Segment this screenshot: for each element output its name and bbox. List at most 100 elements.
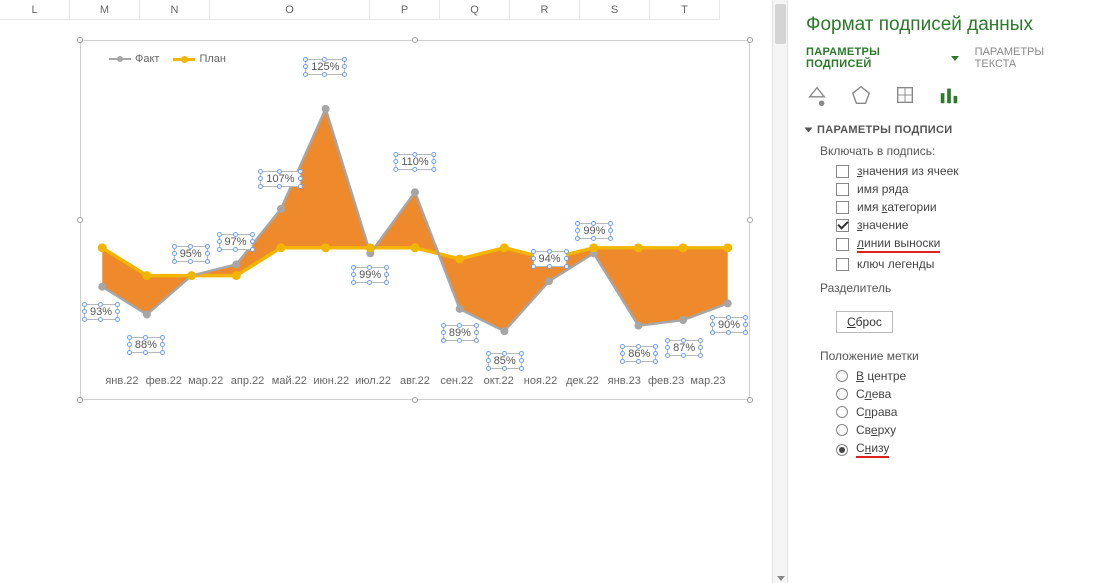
include-in-label-text: Включать в подпись: [820,144,1087,158]
column-header[interactable]: M [70,0,140,20]
resize-handle[interactable] [747,217,753,223]
radio-icon[interactable] [836,444,848,456]
data-label[interactable]: 94% [533,251,567,267]
checkbox-icon[interactable] [836,258,849,271]
x-axis-tick-label: авг.22 [394,375,436,387]
checkbox-value[interactable]: значение [836,218,1087,232]
radio-icon[interactable] [836,424,848,436]
radio-position-below[interactable]: Снизу [836,441,1087,458]
checkbox-series-name[interactable]: имя ряда [836,182,1087,196]
legend-item-fact[interactable]: Факт [109,53,159,65]
checkbox-icon[interactable] [836,165,849,178]
data-label[interactable]: 107% [260,171,300,187]
data-label[interactable]: 86% [622,346,656,362]
label-options-icon[interactable] [938,84,960,106]
collapse-triangle-icon [805,128,813,133]
resize-handle[interactable] [412,397,418,403]
data-label[interactable]: 90% [712,317,746,333]
checkbox-legend-key[interactable]: ключ легенды [836,257,1087,271]
resize-handle[interactable] [77,217,83,223]
size-properties-icon[interactable] [894,84,916,106]
column-headers: LMNOPQRST [0,0,787,20]
x-axis-tick-label: апр.22 [227,375,269,387]
checkbox-label: значение [857,218,908,232]
tab-label-options[interactable]: ПАРАМЕТРЫ ПОДПИСЕЙ [806,46,959,70]
column-header[interactable]: R [510,0,580,20]
column-header[interactable]: O [210,0,370,20]
section-header-label-options[interactable]: ПАРАМЕТРЫ ПОДПИСИ [806,124,1087,136]
format-pane: Формат подписей данных ПАРАМЕТРЫ ПОДПИСЕ… [788,0,1103,583]
data-label[interactable]: 88% [129,337,163,353]
data-label[interactable]: 99% [577,223,611,239]
chart-plot-area[interactable]: 93%88%95%97%107%125%99%110%89%85%94%99%8… [101,81,729,359]
radio-position-center[interactable]: В центре [836,369,1087,383]
checkbox-category-name[interactable]: имя категории [836,200,1087,214]
radio-label: Сверху [856,423,896,437]
section-header-text: ПАРАМЕТРЫ ПОДПИСИ [817,124,952,136]
checkbox-icon[interactable] [836,238,849,251]
resize-handle[interactable] [747,37,753,43]
checkbox-label: значения из ячеек [857,164,959,178]
checkbox-leader-lines[interactable]: линии выноски [836,236,1087,253]
radio-position-left[interactable]: Слева [836,387,1087,401]
x-axis-tick-label: сен.22 [436,375,478,387]
data-label[interactable]: 87% [667,340,701,356]
scrollbar-thumb[interactable] [775,4,786,44]
resize-handle[interactable] [412,37,418,43]
radio-position-above[interactable]: Сверху [836,423,1087,437]
checkbox-icon[interactable] [836,219,849,232]
radio-label: Снизу [856,441,889,458]
legend-label: Факт [135,53,159,65]
column-header[interactable]: T [650,0,720,20]
checkbox-values-from-cells[interactable]: значения из ячеек [836,164,1087,178]
radio-label: В центре [856,369,906,383]
column-header[interactable]: Q [440,0,510,20]
data-label[interactable]: 125% [305,59,345,75]
data-label[interactable]: 93% [84,304,118,320]
fill-line-icon[interactable] [806,84,828,106]
resize-handle[interactable] [747,397,753,403]
resize-handle[interactable] [77,37,83,43]
radio-icon[interactable] [836,388,848,400]
column-header[interactable]: S [580,0,650,20]
radio-position-right[interactable]: Справа [836,405,1087,419]
radio-label: Справа [856,405,897,419]
legend-item-plan[interactable]: План [173,53,226,65]
x-axis-tick-label: июн.22 [310,375,352,387]
vertical-scrollbar[interactable] [772,0,787,583]
column-header[interactable]: L [0,0,70,20]
checkbox-icon[interactable] [836,201,849,214]
x-axis-tick-label: ноя.22 [520,375,562,387]
checkbox-icon[interactable] [836,183,849,196]
pane-title: Формат подписей данных [806,14,1087,36]
data-label[interactable]: 89% [443,325,477,341]
tab-text-options[interactable]: ПАРАМЕТРЫ ТЕКСТА [975,46,1087,70]
reset-button[interactable]: Сброс [836,311,893,333]
radio-icon[interactable] [836,406,848,418]
column-header[interactable]: P [370,0,440,20]
x-axis-tick-label: янв.22 [101,375,143,387]
resize-handle[interactable] [77,397,83,403]
format-icon-row [806,84,1087,106]
x-axis-tick-label: июл.22 [352,375,394,387]
data-label[interactable]: 99% [353,267,387,283]
effects-icon[interactable] [850,84,872,106]
label-position-label: Положение метки [820,349,1087,363]
x-axis-tick-label: мар.23 [687,375,729,387]
data-label[interactable]: 110% [395,154,434,170]
data-label[interactable]: 97% [219,234,253,250]
x-axis-tick-label: дек.22 [561,375,603,387]
chart-object[interactable]: Факт План 93% 88% 95% 97% 107% 125% 99% 110% 89%… [80,40,750,400]
x-axis-tick-label: мар.22 [185,375,227,387]
column-header[interactable]: N [140,0,210,20]
legend-swatch [109,58,131,60]
chart-x-axis[interactable]: янв.22фев.22мар.22апр.22май.22июн.22июл.… [101,375,729,387]
pane-tabs: ПАРАМЕТРЫ ПОДПИСЕЙ ПАРАМЕТРЫ ТЕКСТА [806,46,1087,70]
radio-label: Слева [856,387,891,401]
data-label[interactable]: 85% [488,353,522,369]
chart-legend[interactable]: Факт План [109,53,226,65]
legend-swatch [173,58,195,61]
data-label[interactable]: 95% [174,246,208,262]
radio-icon[interactable] [836,370,848,382]
scrollbar-arrow-down-icon[interactable] [777,576,785,581]
